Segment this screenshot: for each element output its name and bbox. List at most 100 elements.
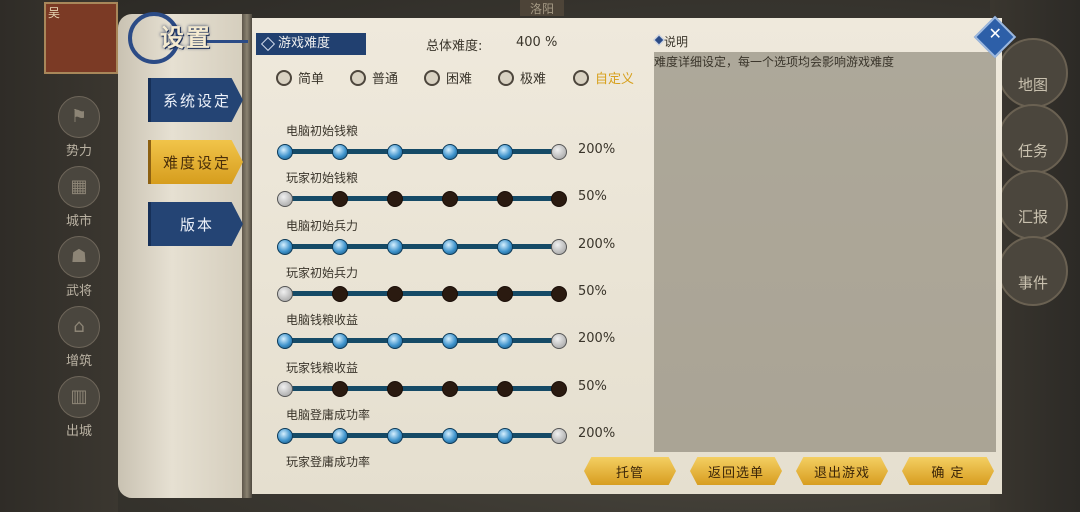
total-difficulty-label: 总体难度: xyxy=(426,39,483,54)
slider-knob[interactable] xyxy=(387,286,403,302)
settings-title-emblem: 设置 xyxy=(128,12,248,64)
build-icon: ⌂ xyxy=(58,306,100,348)
slider-track[interactable] xyxy=(284,244,558,249)
slider-knob[interactable] xyxy=(277,191,293,207)
slider-knob[interactable] xyxy=(442,286,458,302)
description-text: 难度详细设定，每一个选项均会影响游戏难度 xyxy=(654,55,895,69)
slider-knob[interactable] xyxy=(497,333,513,349)
preset-easy[interactable]: 简单 xyxy=(276,68,324,87)
menu-sortie[interactable]: ▥ 出城 xyxy=(46,376,112,439)
menu-build[interactable]: ⌂ 增筑 xyxy=(46,306,112,369)
slider-track[interactable] xyxy=(284,433,558,438)
slider-knob[interactable] xyxy=(497,191,513,207)
faction-icon: ⚑ xyxy=(58,96,100,138)
tab-system-settings[interactable]: 系统设定 xyxy=(148,78,243,122)
slider-label: 电脑初始兵力 xyxy=(286,219,359,233)
slider-value: 50% xyxy=(578,379,607,394)
menu-faction[interactable]: ⚑ 势力 xyxy=(46,96,112,159)
menu-map[interactable]: 地图 xyxy=(998,38,1068,108)
exit-game-button[interactable]: 退出游戏 xyxy=(796,457,888,485)
tab-version[interactable]: 版本 xyxy=(148,202,243,246)
menu-events[interactable]: 事件 xyxy=(998,236,1068,306)
description-box xyxy=(654,52,996,452)
slider-knob[interactable] xyxy=(497,286,513,302)
general-icon: ☗ xyxy=(58,236,100,278)
slider-knob[interactable] xyxy=(442,333,458,349)
slider-knob[interactable] xyxy=(442,144,458,160)
slider-knob[interactable] xyxy=(551,381,567,397)
menu-general[interactable]: ☗ 武将 xyxy=(46,236,112,299)
return-menu-button[interactable]: 返回选单 xyxy=(690,457,782,485)
preset-custom[interactable]: 自定义 xyxy=(573,68,634,87)
city-icon: ▦ xyxy=(58,166,100,208)
slider-value: 200% xyxy=(578,426,616,441)
slider-knob[interactable] xyxy=(332,239,348,255)
menu-city[interactable]: ▦ 城市 xyxy=(46,166,112,229)
slider-knob[interactable] xyxy=(332,428,348,444)
slider-value: 50% xyxy=(578,284,607,299)
slider-value: 200% xyxy=(578,237,616,252)
settings-dialog xyxy=(118,14,1008,498)
slider-knob[interactable] xyxy=(497,239,513,255)
slider-value: 200% xyxy=(578,331,616,346)
slider-knob[interactable] xyxy=(387,144,403,160)
slider-knob[interactable] xyxy=(387,428,403,444)
slider-knob[interactable] xyxy=(442,191,458,207)
slider-label: 电脑初始钱粮 xyxy=(286,124,359,138)
description-title: 说明 xyxy=(653,33,688,50)
slider-knob[interactable] xyxy=(277,381,293,397)
slider-knob[interactable] xyxy=(551,239,567,255)
slider-knob[interactable] xyxy=(387,239,403,255)
slider-value: 50% xyxy=(578,189,607,204)
slider-knob[interactable] xyxy=(497,144,513,160)
total-difficulty-value: 400 % xyxy=(516,35,558,50)
slider-track[interactable] xyxy=(284,338,558,343)
diamond-icon xyxy=(260,36,276,52)
slider-knob[interactable] xyxy=(442,428,458,444)
slider-knob[interactable] xyxy=(277,286,293,302)
slider-label: 电脑登庸成功率 xyxy=(286,408,371,422)
slider-track[interactable] xyxy=(284,196,558,201)
menu-tasks[interactable]: 任务 xyxy=(998,104,1068,174)
slider-knob[interactable] xyxy=(277,333,293,349)
menu-reports[interactable]: 汇报 xyxy=(998,170,1068,240)
slider-knob[interactable] xyxy=(442,381,458,397)
slider-knob[interactable] xyxy=(551,191,567,207)
slider-track[interactable] xyxy=(284,386,558,391)
preset-very-hard[interactable]: 极难 xyxy=(498,68,546,87)
slider-knob[interactable] xyxy=(387,381,403,397)
slider-label: 玩家登庸成功率 xyxy=(286,455,371,469)
slider-knob[interactable] xyxy=(332,144,348,160)
confirm-button[interactable]: 确 定 xyxy=(902,457,994,485)
close-icon: ✕ xyxy=(988,24,1002,44)
preset-hard[interactable]: 困难 xyxy=(424,68,472,87)
slider-track[interactable] xyxy=(284,291,558,296)
slider-knob[interactable] xyxy=(551,286,567,302)
auto-manage-button[interactable]: 托管 xyxy=(584,457,676,485)
slider-knob[interactable] xyxy=(332,286,348,302)
slider-track[interactable] xyxy=(284,149,558,154)
slider-knob[interactable] xyxy=(551,428,567,444)
slider-knob[interactable] xyxy=(551,144,567,160)
tab-difficulty-settings[interactable]: 难度设定 xyxy=(148,140,243,184)
slider-label: 玩家初始钱粮 xyxy=(286,171,359,185)
slider-knob[interactable] xyxy=(497,428,513,444)
slider-knob[interactable] xyxy=(332,191,348,207)
scroll-rod xyxy=(242,14,252,498)
slider-knob[interactable] xyxy=(277,239,293,255)
slider-knob[interactable] xyxy=(332,333,348,349)
slider-label: 玩家钱粮收益 xyxy=(286,361,359,375)
slider-knob[interactable] xyxy=(332,381,348,397)
slider-knob[interactable] xyxy=(277,144,293,160)
slider-knob[interactable] xyxy=(387,333,403,349)
preset-normal[interactable]: 普通 xyxy=(350,68,398,87)
slider-knob[interactable] xyxy=(551,333,567,349)
slider-knob[interactable] xyxy=(497,381,513,397)
slider-knob[interactable] xyxy=(277,428,293,444)
slider-knob[interactable] xyxy=(442,239,458,255)
left-game-menu: 吴 ⚑ 势力 ▦ 城市 ☗ 武将 ⌂ 增筑 ▥ 出城 xyxy=(0,0,118,512)
section-label: 游戏难度 xyxy=(256,33,366,55)
sortie-icon: ▥ xyxy=(58,376,100,418)
slider-label: 电脑钱粮收益 xyxy=(286,313,359,327)
slider-knob[interactable] xyxy=(387,191,403,207)
